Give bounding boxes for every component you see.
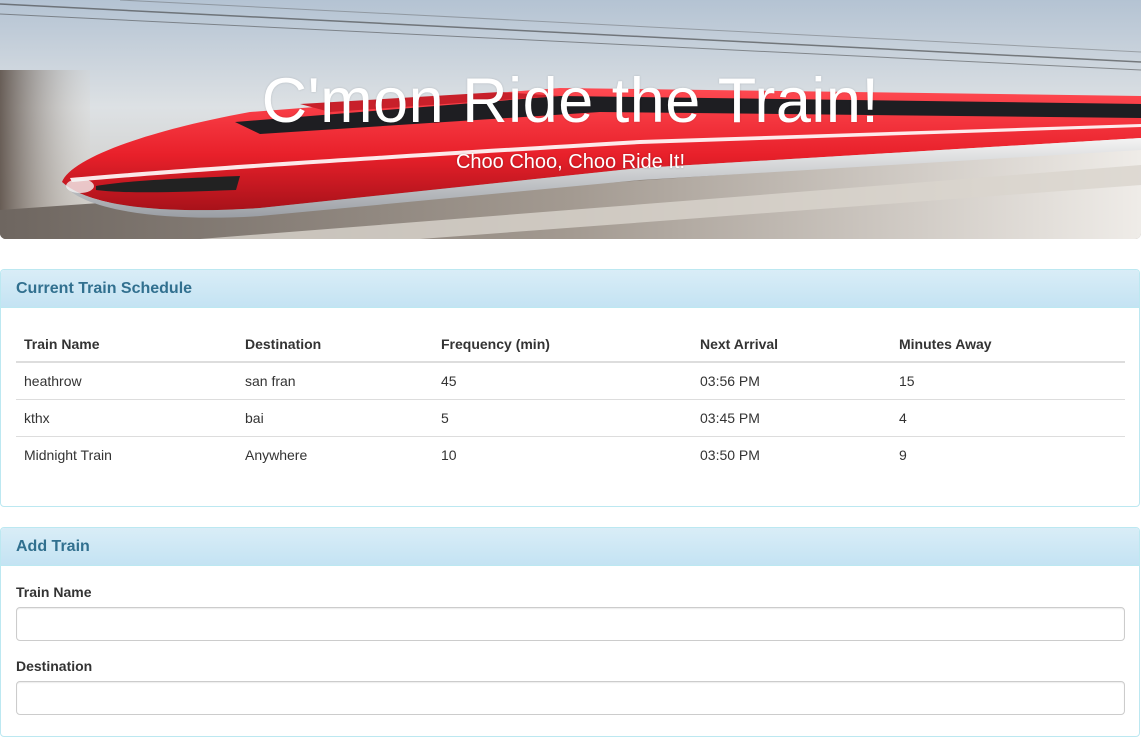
cell-frequency: 10 [441, 446, 457, 463]
column-header-minutes-away: Minutes Away [891, 326, 1125, 363]
column-header-next-arrival: Next Arrival [692, 326, 891, 363]
add-train-panel-heading: Add Train [1, 528, 1139, 566]
column-header-frequency: Frequency (min) [433, 326, 692, 363]
cell-frequency: 45 [433, 362, 692, 400]
cell-destination: Anywhere [245, 446, 308, 463]
column-header-train-name: Train Name [16, 326, 237, 363]
cell-train-name: kthx [16, 399, 237, 437]
cell-minutes-away: 4 [891, 399, 1125, 437]
destination-form-group: Destination [16, 656, 1125, 715]
table-row: Midnight Train Anywhere 10 03:50 PM 9 [16, 436, 1125, 473]
schedule-panel-title: Current Train Schedule [16, 280, 193, 297]
train-name-input[interactable] [16, 607, 1125, 641]
cell-minutes-away: 15 [891, 362, 1125, 400]
cell-frequency: 5 [433, 399, 692, 437]
add-train-panel-title: Add Train [16, 538, 90, 555]
cell-train-name: Midnight Train [24, 446, 112, 463]
cell-destination: san fran [237, 362, 433, 400]
table-header-row: Train Name Destination Frequency (min) N… [16, 326, 1125, 363]
schedule-table: Train Name Destination Frequency (min) N… [16, 326, 1125, 473]
schedule-panel-heading: Current Train Schedule [1, 270, 1139, 308]
cell-next-arrival: 03:50 PM [700, 446, 760, 463]
hero-title: C'mon Ride the Train! [261, 66, 880, 136]
hero-banner: C'mon Ride the Train! Choo Choo, Choo Ri… [0, 0, 1141, 239]
destination-label: Destination [16, 658, 93, 674]
add-train-panel: Add Train Train Name Destination [0, 527, 1140, 737]
destination-input[interactable] [16, 681, 1125, 715]
train-name-label: Train Name [16, 584, 92, 600]
cell-minutes-away: 9 [899, 446, 907, 463]
cell-next-arrival: 03:45 PM [692, 399, 891, 437]
cell-train-name: heathrow [16, 362, 237, 400]
column-header-destination: Destination [237, 326, 433, 363]
table-row: kthx bai 5 03:45 PM 4 [16, 399, 1125, 437]
schedule-panel: Current Train Schedule Train Name Destin… [0, 269, 1140, 507]
cell-destination: bai [237, 399, 433, 437]
table-row: heathrow san fran 45 03:56 PM 15 [16, 362, 1125, 400]
hero-subtitle: Choo Choo, Choo Ride It! [455, 151, 686, 173]
cell-next-arrival: 03:56 PM [692, 362, 891, 400]
train-name-form-group: Train Name [16, 582, 1125, 641]
